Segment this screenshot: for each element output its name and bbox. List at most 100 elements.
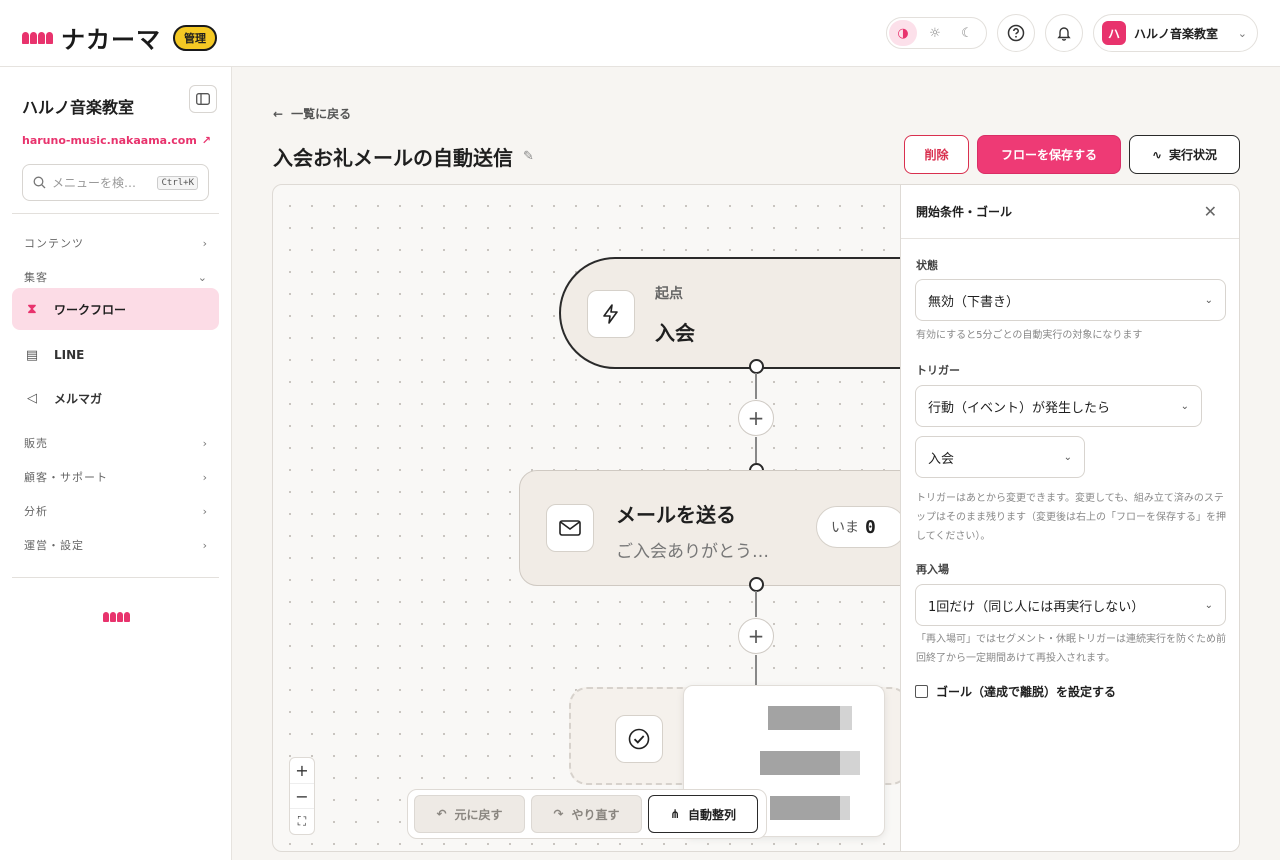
reentry-value: 1回だけ（同じ人には再実行しない） — [928, 599, 1145, 615]
now-label: いま — [831, 520, 859, 536]
help-icon — [1007, 24, 1025, 42]
goal-checkbox[interactable] — [915, 685, 928, 698]
chevron-down-icon: ⌄ — [1237, 26, 1247, 40]
brand-logo[interactable]: ナカーマ 管理 — [22, 20, 217, 55]
zoom-out-icon[interactable]: − — [290, 784, 314, 810]
chevron-down-icon: ⌄ — [1063, 451, 1072, 463]
sidebar-toggle-button[interactable] — [189, 85, 217, 113]
page-title-text: 入会お礼メールの自動送信 — [273, 146, 513, 170]
back-to-list-link[interactable]: ← 一覧に戻る — [273, 105, 351, 122]
undo-label: 元に戻す — [454, 807, 503, 822]
contrast-theme-icon[interactable]: ◑ — [889, 20, 917, 46]
state-select[interactable]: 無効（下書き） ⌄ — [915, 279, 1226, 321]
reentry-select[interactable]: 1回だけ（同じ人には再実行しない） ⌄ — [915, 584, 1226, 626]
sidebar-item-label: メルマガ — [54, 391, 103, 406]
external-link-icon: ↗ — [201, 134, 212, 147]
connection-handle[interactable] — [749, 577, 764, 592]
event-value: 入会 — [928, 451, 955, 467]
section-label: 集客 — [24, 271, 48, 284]
section-label: 分析 — [24, 505, 48, 518]
chevron-down-icon: ⌄ — [197, 270, 208, 284]
reentry-label: 再入場 — [916, 563, 949, 576]
chevron-right-icon: › — [202, 538, 208, 552]
lightning-icon — [587, 290, 635, 338]
skeleton-bar — [840, 706, 852, 730]
mail-node-title: メールを送る — [616, 503, 736, 527]
section-label: 運営・設定 — [24, 539, 84, 552]
add-step-button[interactable]: + — [738, 400, 774, 436]
trigger-type-select[interactable]: 行動（イベント）が発生したら ⌄ — [915, 385, 1202, 427]
sidebar-item-newsletter[interactable]: ◁ メルマガ — [12, 377, 219, 419]
zoom-in-icon[interactable]: + — [290, 758, 314, 784]
add-step-button[interactable]: + — [738, 618, 774, 654]
delete-label: 削除 — [924, 148, 949, 162]
status-label: 実行状況 — [1169, 148, 1218, 162]
panel-header: 開始条件・ゴール ✕ — [901, 185, 1239, 239]
account-name: ハルノ音楽教室 — [1134, 26, 1219, 41]
send-email-node[interactable]: メールを送る ご入会ありがとう… いま 0 — [519, 470, 959, 586]
sidebar-section-marketing[interactable]: 集客 ⌄ — [24, 269, 208, 285]
sidebar-section-customer[interactable]: 顧客・サポート › — [24, 469, 208, 485]
brand-name: ナカーマ — [61, 26, 161, 54]
trigger-event-select[interactable]: 入会 ⌄ — [915, 436, 1085, 478]
mail-node-subtitle: ご入会ありがとう… — [616, 542, 769, 562]
sidebar-section-operations[interactable]: 運営・設定 › — [24, 537, 208, 553]
current-count-badge: いま 0 — [816, 506, 906, 548]
start-node-label: 起点 — [655, 286, 683, 302]
site-url-link[interactable]: haruno-music.nakaama.com ↗ — [22, 134, 211, 147]
undo-button[interactable]: ↶ 元に戻す — [414, 795, 525, 833]
notifications-button[interactable] — [1045, 14, 1083, 52]
trigger-hint: トリガーはあとから変更できます。変更しても、組み立て済みのステップはそのまま残り… — [916, 493, 1226, 542]
admin-badge: 管理 — [173, 24, 217, 51]
moon-icon[interactable]: ☾ — [953, 20, 981, 46]
sidebar-divider — [12, 577, 219, 578]
trigger-value: 行動（イベント）が発生したら — [928, 400, 1111, 416]
redo-button[interactable]: ↷ やり直す — [531, 795, 642, 833]
delete-button[interactable]: 削除 — [904, 135, 969, 174]
redo-label: やり直す — [571, 807, 620, 822]
account-menu[interactable]: ハ ハルノ音楽教室 ⌄ — [1093, 14, 1258, 52]
sidebar-section-contents[interactable]: コンテンツ › — [24, 235, 208, 251]
auto-layout-button[interactable]: ⋔ 自動整列 — [648, 795, 758, 833]
logo-people-icon — [22, 31, 53, 44]
sidebar-section-sales[interactable]: 販売 › — [24, 435, 208, 451]
sidebar-panel-icon — [196, 93, 210, 105]
sun-icon[interactable]: ☼ — [921, 20, 949, 46]
help-button[interactable] — [997, 14, 1035, 52]
edge-line — [755, 437, 757, 463]
chat-icon: ▤ — [25, 347, 39, 363]
account-avatar: ハ — [1102, 21, 1126, 45]
fit-view-icon[interactable]: ⛶ — [290, 809, 314, 834]
hierarchy-icon: ⋔ — [669, 807, 681, 821]
sidebar: ハルノ音楽教室 haruno-music.nakaama.com ↗ メニューを… — [0, 67, 232, 860]
menu-search-input[interactable]: メニューを検… Ctrl+K — [22, 164, 209, 201]
close-icon[interactable]: ✕ — [1204, 202, 1217, 221]
sidebar-section-analytics[interactable]: 分析 › — [24, 503, 208, 519]
save-flow-button[interactable]: フローを保存する — [977, 135, 1121, 174]
state-label: 状態 — [916, 259, 938, 272]
flow-canvas[interactable]: 起点 入会 + メールを送る ご入会ありがとう… いま 0 + + − ⛶ ↶ … — [272, 184, 1240, 852]
megaphone-icon: ◁ — [27, 390, 37, 406]
bell-icon — [1057, 27, 1071, 41]
activity-icon: ∿ — [1151, 147, 1163, 162]
sidebar-item-line[interactable]: ▤ LINE — [12, 334, 219, 376]
mail-icon — [546, 504, 594, 552]
now-count: 0 — [865, 516, 876, 538]
sidebar-item-workflow[interactable]: ⧗ ワークフロー — [12, 288, 219, 330]
state-value: 無効（下書き） — [928, 294, 1020, 310]
skeleton-bar — [840, 751, 860, 775]
canvas-toolbar: ↶ 元に戻す ↷ やり直す ⋔ 自動整列 — [407, 789, 767, 839]
check-circle-icon — [615, 715, 663, 763]
edge-line — [755, 655, 757, 685]
connection-handle[interactable] — [749, 359, 764, 374]
back-link-label: 一覧に戻る — [291, 107, 352, 121]
sidebar-item-label: ワークフロー — [54, 302, 127, 317]
execution-status-button[interactable]: ∿ 実行状況 — [1129, 135, 1240, 174]
pencil-icon[interactable]: ✎ — [523, 149, 534, 164]
panel-title: 開始条件・ゴール — [916, 205, 1013, 219]
sidebar-divider — [12, 213, 219, 214]
start-node[interactable]: 起点 入会 — [559, 257, 959, 369]
theme-switcher: ◑ ☼ ☾ — [886, 17, 987, 49]
skeleton-bar — [760, 751, 840, 775]
goal-checkbox-row[interactable]: ゴール（達成で離脱）を設定する — [915, 683, 1116, 700]
